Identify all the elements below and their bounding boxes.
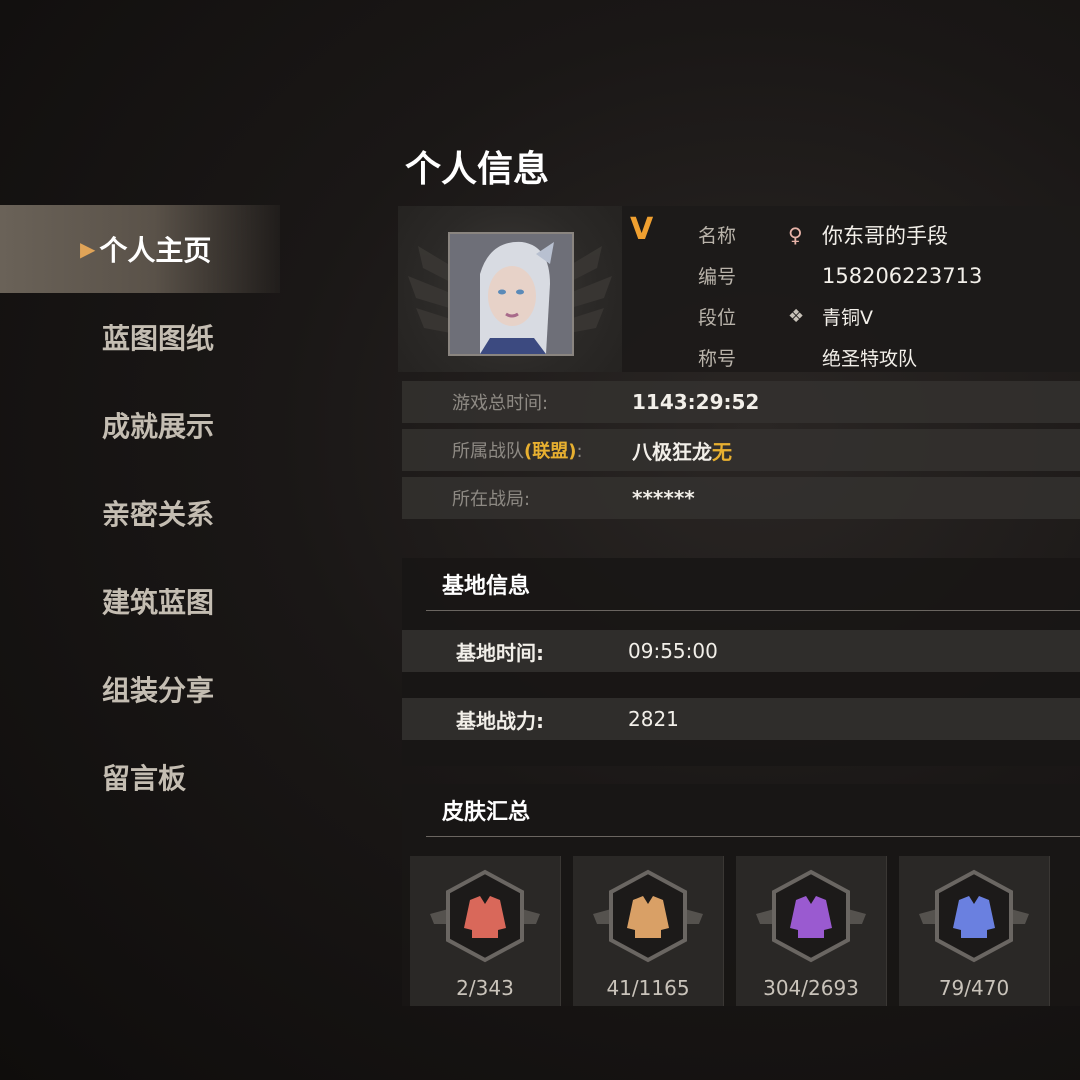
base-time-label: 基地时间:: [456, 640, 544, 665]
team-label: 所属战队(联盟):: [452, 441, 583, 462]
rank-v-icon: V: [630, 212, 654, 247]
skin-tile-blue[interactable]: 79/470: [899, 856, 1050, 1006]
sidebar-item-home[interactable]: ▶ 个人主页: [0, 205, 280, 293]
tier-value: 青铜V: [822, 307, 873, 329]
name-value: 你东哥的手段: [822, 223, 948, 248]
jacket-badge-icon: [430, 869, 540, 963]
triangle-right-icon: ▶: [80, 237, 96, 261]
name-row: 名称 ♀ 你东哥的手段: [698, 214, 982, 255]
tier-label: 段位: [698, 307, 737, 329]
sidebar-item-label: 个人主页: [99, 234, 212, 267]
jacket-badge-icon: [593, 869, 703, 963]
union-label: (联盟): [524, 441, 577, 462]
playtime-label: 游戏总时间:: [452, 393, 549, 414]
title-row: 称号 绝圣特攻队: [698, 337, 982, 378]
id-row: 编号 158206223713: [698, 255, 982, 296]
playtime-row: 游戏总时间: 1143:29:52: [402, 381, 1080, 423]
battle-value: ******: [632, 486, 695, 510]
sidebar-item-relationships[interactable]: 亲密关系: [0, 469, 280, 557]
profile-card: V 名称 ♀ 你东哥的手段 编号 158206223713 段位 ❖ 青铜V 称…: [398, 206, 1080, 372]
skin-tile-purple[interactable]: 304/2693: [736, 856, 887, 1006]
battle-row: 所在战局: ******: [402, 477, 1080, 519]
profile-info: 名称 ♀ 你东哥的手段 编号 158206223713 段位 ❖ 青铜V 称号 …: [698, 214, 982, 378]
sidebar-item-label: 成就展示: [102, 410, 215, 443]
base-power-row: 基地战力: 2821: [402, 698, 1080, 740]
name-label: 名称: [698, 225, 737, 247]
team-value: 八极狂龙无: [632, 439, 732, 464]
sidebar-item-label: 组装分享: [102, 674, 215, 707]
team-row: 所属战队(联盟): 八极狂龙无: [402, 429, 1080, 471]
base-info-title: 基地信息: [426, 558, 1080, 611]
sidebar-item-blueprints[interactable]: 蓝图图纸: [0, 293, 280, 381]
skin-count: 2/343: [456, 976, 514, 1000]
skin-count: 304/2693: [763, 976, 859, 1000]
title-label: 称号: [698, 348, 737, 370]
skin-count: 79/470: [938, 976, 1010, 1000]
sidebar-item-label: 建筑蓝图: [102, 586, 215, 619]
bronze-tier-icon: ❖: [788, 306, 805, 327]
base-time-row: 基地时间: 09:55:00: [402, 630, 1080, 672]
skin-count: 41/1165: [606, 976, 690, 1000]
sidebar-item-achievements[interactable]: 成就展示: [0, 381, 280, 469]
sidebar-item-label: 亲密关系: [102, 498, 215, 531]
character-portrait-icon: [450, 234, 572, 354]
tier-row: 段位 ❖ 青铜V: [698, 296, 982, 337]
battle-label: 所在战局:: [452, 489, 531, 510]
id-value: 158206223713: [822, 263, 983, 288]
jacket-badge-icon: [919, 869, 1029, 963]
id-label: 编号: [698, 266, 737, 288]
title-value: 绝圣特攻队: [822, 348, 918, 370]
sidebar-item-label: 蓝图图纸: [102, 322, 215, 355]
sidebar-item-label: 留言板: [102, 762, 187, 795]
skin-grid: 2/343 41/1165 304/2693 79/470: [410, 856, 1080, 1006]
skins-title: 皮肤汇总: [426, 784, 1080, 837]
skin-tile-red[interactable]: 2/343: [410, 856, 561, 1006]
avatar[interactable]: [448, 232, 574, 356]
sidebar-item-building-blueprints[interactable]: 建筑蓝图: [0, 557, 280, 645]
skin-tile-orange[interactable]: 41/1165: [573, 856, 724, 1006]
base-time-value: 09:55:00: [628, 639, 718, 663]
union-value: 无: [712, 439, 732, 464]
jacket-badge-icon: [756, 869, 866, 963]
page-title: 个人信息: [405, 149, 550, 190]
base-power-value: 2821: [628, 707, 679, 731]
sidebar: ▶ 个人主页 蓝图图纸 成就展示 亲密关系 建筑蓝图 组装分享 留言板: [0, 205, 280, 821]
playtime-value: 1143:29:52: [632, 390, 760, 414]
base-power-label: 基地战力:: [456, 708, 544, 733]
sidebar-item-assembly-share[interactable]: 组装分享: [0, 645, 280, 733]
sidebar-item-message-board[interactable]: 留言板: [0, 733, 280, 821]
female-icon: ♀: [788, 222, 803, 247]
